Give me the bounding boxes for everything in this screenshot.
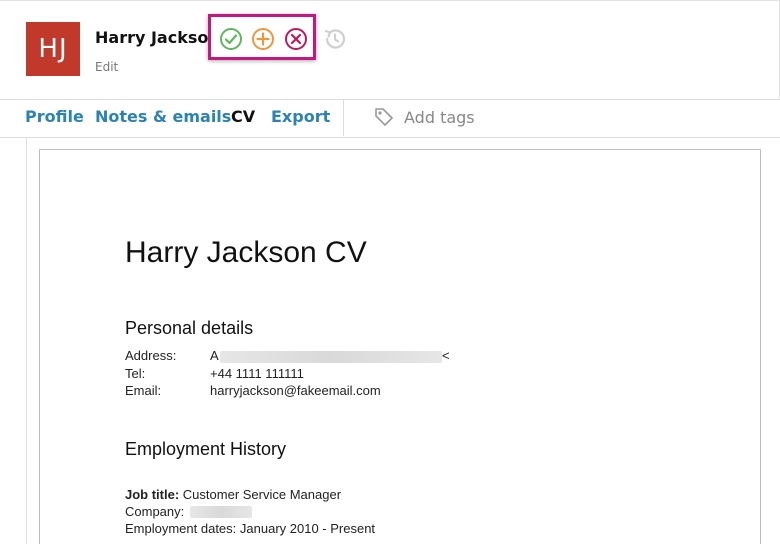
personal-details-heading: Personal details [125, 318, 254, 338]
check-circle-icon[interactable] [219, 27, 243, 51]
address-tail: < [442, 348, 450, 363]
company-label: Company: [125, 504, 185, 519]
job-title-row: Job title: Customer Service Manager [125, 487, 341, 502]
history-icon[interactable] [322, 26, 348, 52]
address-value: A [210, 348, 219, 363]
employment-dates-label: Employment dates: [125, 521, 237, 536]
plus-circle-icon[interactable] [251, 27, 275, 51]
edit-link[interactable]: Edit [95, 60, 118, 74]
tab-divider [343, 100, 344, 136]
address-label: Address: [125, 348, 177, 363]
email-value: harryjackson@fakeemail.com [210, 383, 381, 398]
tab-profile[interactable]: Profile [25, 107, 84, 126]
email-label: Email: [125, 383, 162, 398]
x-circle-icon[interactable] [284, 27, 308, 51]
add-tags-input[interactable]: Add tags [404, 108, 475, 127]
candidate-header: HJ Harry Jackson Edit [0, 1, 780, 100]
cv-viewer[interactable]: Harry Jackson CV Personal details Addres… [26, 138, 780, 544]
tab-cv[interactable]: CV [231, 107, 255, 126]
tel-value: +44 1111 111111 [210, 366, 304, 381]
employment-dates-row: Employment dates: January 2010 - Present [125, 521, 375, 536]
cv-document-page: Harry Jackson CV Personal details Addres… [39, 149, 761, 544]
candidate-name: Harry Jackson [95, 28, 220, 47]
avatar: HJ [26, 22, 80, 76]
company-redacted [190, 506, 252, 518]
tel-label: Tel: [125, 366, 146, 381]
employment-dates-value: January 2010 - Present [239, 521, 376, 536]
tab-bar: Profile Notes & emails CV Export Add tag… [0, 100, 780, 138]
job-title-value: Customer Service Manager [182, 487, 342, 502]
tag-icon[interactable] [373, 106, 395, 128]
tab-export[interactable]: Export [271, 107, 330, 126]
employment-history-heading: Employment History [125, 439, 287, 459]
tab-notes-emails[interactable]: Notes & emails [95, 107, 231, 126]
job-title-label: Job title: [125, 487, 180, 502]
status-actions-highlight [208, 14, 316, 60]
cv-title: Harry Jackson CV [125, 236, 367, 269]
address-redacted [220, 351, 442, 363]
